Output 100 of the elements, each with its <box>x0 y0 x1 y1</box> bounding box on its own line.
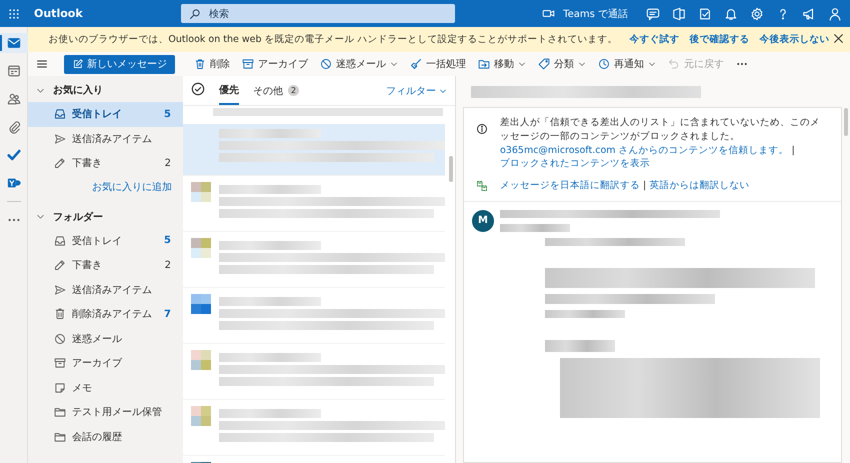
app-launcher-button[interactable] <box>8 8 20 20</box>
blurred-text <box>545 340 615 352</box>
folder-item[interactable]: テスト用メール保管 <box>28 400 183 424</box>
chevron-down-icon <box>648 60 656 68</box>
folder-item[interactable]: 送信済みアイテム <box>28 126 183 151</box>
unread-count: 5 <box>164 108 171 120</box>
compose-icon <box>72 58 83 70</box>
undo-icon <box>668 58 680 70</box>
toolbar-button[interactable]: アーカイブ <box>237 54 313 74</box>
unread-count: 2 <box>164 260 171 271</box>
folder-item[interactable]: 受信トレイ 5 <box>28 228 183 253</box>
checklist-button[interactable] <box>698 6 712 20</box>
chat-button[interactable] <box>646 6 660 20</box>
checkmark-icon <box>6 148 20 162</box>
search-field[interactable]: 検索 <box>181 4 455 23</box>
folder-item[interactable]: 迷惑メール <box>28 326 183 351</box>
no-translate-link[interactable]: 英語からは翻訳しない <box>649 180 750 192</box>
list-tab[interactable]: その他 2 <box>253 76 299 105</box>
prohibited-icon <box>320 58 332 70</box>
scrollbar-thumb[interactable] <box>449 156 453 182</box>
pencil-icon <box>54 157 66 170</box>
trust-sender-link[interactable]: o365mc@microsoft.com さんからのコンテンツを信頼します。 <box>500 144 789 156</box>
blurred-avatar <box>191 406 211 426</box>
translate-link[interactable]: メッセージを日本語に翻訳する <box>500 180 640 192</box>
bell-icon <box>724 6 738 20</box>
archive-icon <box>54 357 66 370</box>
mail-button[interactable] <box>0 33 28 53</box>
folder-item[interactable]: 受信トレイ 5 <box>28 102 183 126</box>
translate-icon <box>476 180 488 192</box>
blocked-content-notice: 差出人が「信頼できる差出人のリスト」に含まれていないため、このメッセージの一部のコンテンツがブロックされました。 o365mc@microsoft.com さんからのコンテンツを信頼します。 | ブロックされたコンテンツを表示 <box>500 116 821 172</box>
search-icon <box>189 8 201 20</box>
folder-item[interactable]: 下書き 2 <box>28 151 183 176</box>
toolbar-button[interactable]: 削除 <box>189 54 235 74</box>
app-title: Outlook <box>33 7 84 20</box>
section-header[interactable]: お気に入り <box>28 78 183 102</box>
folder-item[interactable]: メモ <box>28 376 183 400</box>
chevron-down-icon <box>518 60 526 68</box>
paperclip-icon <box>6 120 20 134</box>
info-icon <box>476 123 488 135</box>
filter-button[interactable]: フィルター <box>386 84 447 98</box>
folder-icon <box>54 406 66 418</box>
list-tab[interactable]: 優先 <box>219 76 239 105</box>
inbox-icon <box>54 234 66 247</box>
notice-link[interactable]: 今後表示しない <box>760 33 830 46</box>
profile-icon <box>828 6 842 20</box>
notice-link[interactable]: 今すぐ試す <box>630 33 680 46</box>
teams-call-button[interactable]: Teams で通話 <box>542 6 628 20</box>
toolbar-button[interactable]: 移動 <box>473 54 531 74</box>
broom-icon <box>410 58 422 70</box>
profile-button[interactable] <box>828 6 842 20</box>
chevron-down-icon <box>578 60 586 68</box>
scrollbar-thumb[interactable] <box>844 108 848 136</box>
new-message-button[interactable]: 新しいメッセージ <box>64 54 175 74</box>
note-icon <box>54 382 66 394</box>
office-button[interactable] <box>672 6 686 20</box>
blurred-text <box>500 224 570 232</box>
trash-icon <box>194 58 206 70</box>
checkmark-circle-icon <box>191 82 205 96</box>
paper-plane-icon <box>54 132 66 145</box>
megaphone-button[interactable] <box>802 6 816 20</box>
settings-button[interactable] <box>750 6 764 20</box>
blurred-avatar <box>191 238 211 258</box>
notice-link[interactable]: 後で確認する <box>690 33 750 46</box>
megaphone-icon <box>802 6 816 20</box>
toolbar-button[interactable]: 一括処理 <box>405 54 471 74</box>
calendar-icon <box>6 64 20 78</box>
blurred-avatar <box>191 182 211 202</box>
tag-icon <box>538 58 550 70</box>
folder-item[interactable]: 削除済みアイテム 7 <box>28 302 183 326</box>
section-header[interactable]: フォルダー <box>28 204 183 228</box>
folder-item[interactable]: 会話の履歴 <box>28 424 183 449</box>
unread-count: 2 <box>164 158 171 169</box>
toolbar-button[interactable]: 迷惑メール <box>315 54 403 74</box>
bell-button[interactable] <box>724 6 738 20</box>
prohibited-icon <box>54 332 66 345</box>
clock-icon <box>598 58 610 70</box>
folder-item[interactable]: 送信済みアイテム <box>28 278 183 302</box>
translate-notice: メッセージを日本語に翻訳する | 英語からは翻訳しない <box>500 179 750 193</box>
sender-avatar: M <box>472 210 494 232</box>
folder-icon <box>54 430 66 443</box>
chevron-down-icon <box>36 212 45 221</box>
search-placeholder: 検索 <box>209 8 229 20</box>
folder-item[interactable]: 下書き 2 <box>28 253 183 278</box>
archive-icon <box>242 58 254 70</box>
mail-icon <box>6 36 20 50</box>
show-blocked-content-link[interactable]: ブロックされたコンテンツを表示 <box>500 158 650 170</box>
toolbar-button[interactable]: 再通知 <box>593 54 661 74</box>
toolbar-button[interactable]: 分類 <box>533 54 591 74</box>
notice-text: お使いのブラウザーでは、Outlook on the web を既定の電子メール ハンドラーとして設定することがサポートされています。 <box>48 33 618 46</box>
inbox-icon <box>54 108 66 120</box>
checklist-icon <box>698 6 712 20</box>
pencil-icon <box>54 259 66 272</box>
folder-item[interactable]: アーカイブ <box>28 351 183 376</box>
office-icon <box>672 6 686 20</box>
folder-arrow-icon <box>478 58 490 70</box>
unread-count: 7 <box>164 308 171 320</box>
add-favorite-link[interactable]: お気に入りに追加 <box>28 176 183 198</box>
video-camera-icon <box>542 7 556 20</box>
chat-icon <box>646 6 660 20</box>
unread-count: 5 <box>164 235 171 246</box>
